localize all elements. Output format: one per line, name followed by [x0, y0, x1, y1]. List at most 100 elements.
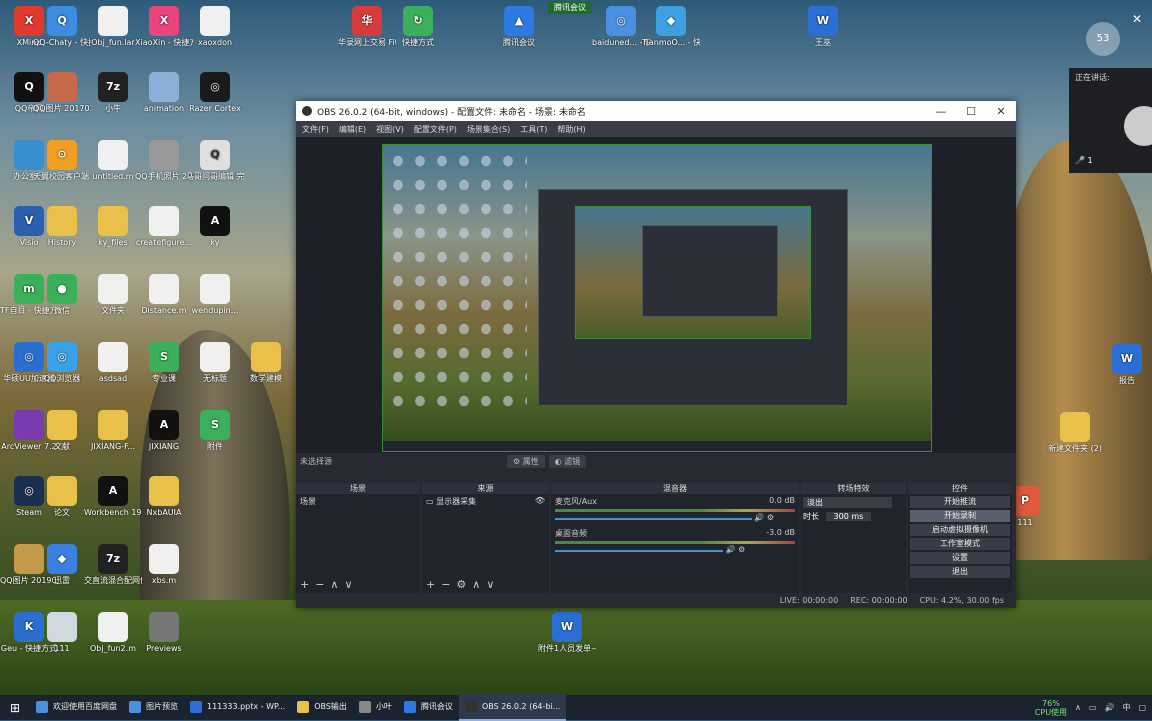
gear-icon[interactable]: ⚙	[767, 513, 774, 522]
scenes-dock-controls[interactable]: +−∧∨	[300, 578, 359, 591]
desktop-icon[interactable]: xbs.m	[135, 544, 193, 586]
desktop-icon[interactable]: 文献	[33, 410, 91, 452]
desktop-icon[interactable]: S 附件	[186, 410, 244, 452]
ime-indicator[interactable]: 中	[1122, 702, 1130, 713]
exit-button[interactable]: 退出	[910, 566, 1010, 578]
desktop-icon[interactable]: ▲ 腾讯会议	[490, 6, 548, 48]
speaker-icon[interactable]: 🔊	[754, 513, 764, 522]
start-button[interactable]: ⊞	[0, 695, 30, 720]
desktop-icon[interactable]: Aky	[186, 206, 244, 248]
desktop-icon[interactable]: ky_files	[84, 206, 142, 248]
taskbar-item[interactable]: OBS输出	[291, 694, 353, 721]
desktop-icon[interactable]: X XiaoXin - 快捷方式	[135, 6, 193, 48]
desktop-icon[interactable]: Obj_fun2.m	[84, 612, 142, 654]
desktop-icon[interactable]: animation	[135, 72, 193, 114]
settings-button[interactable]: 设置	[910, 552, 1010, 564]
desktop-icon[interactable]: ⚙ 天翼校园客户端 - 快捷方式	[33, 140, 91, 182]
filters-button[interactable]: ◐ 滤镜	[548, 454, 587, 468]
desktop-icon[interactable]: ◆ TianmoO... - 快捷方式	[642, 6, 700, 48]
desktop-icon[interactable]: 文件夹	[84, 274, 142, 316]
obs-menu-item[interactable]: 文件(F)	[302, 124, 329, 135]
obs-preview-canvas[interactable]	[382, 144, 932, 452]
desktop-icon[interactable]: History	[33, 206, 91, 248]
desktop-icon[interactable]: Previews	[135, 612, 193, 654]
desktop-icon[interactable]: 新建文件夹 (2)	[1046, 412, 1104, 454]
desktop-icon[interactable]: 无标题	[186, 342, 244, 384]
obs-menu-item[interactable]: 工具(T)	[520, 124, 547, 135]
maximize-icon[interactable]: ☐	[956, 105, 986, 118]
desktop-icon[interactable]: wendupin...	[186, 274, 244, 316]
minimize-icon[interactable]: —	[926, 105, 956, 118]
desktop-icon[interactable]: A JIXIANG	[135, 410, 193, 452]
sources-dock-controls[interactable]: +−⚙∧∨	[426, 578, 500, 591]
taskbar-item[interactable]: 小叶	[353, 694, 398, 721]
desktop-icon[interactable]: Distance.m	[135, 274, 193, 316]
desktop-icon[interactable]: S 专业课	[135, 342, 193, 384]
desktop-icon[interactable]: untitled.m	[84, 140, 142, 182]
obs-menu-item[interactable]: 配置文件(P)	[414, 124, 457, 135]
desktop-icon[interactable]: 7z 交直流混合配网优化建模	[84, 544, 142, 586]
desktop-icon[interactable]: Q QQ-Chaty - 快捷方式	[33, 6, 91, 48]
network-icon[interactable]: ▭	[1089, 703, 1097, 712]
taskbar-item[interactable]: 图片预览	[123, 694, 184, 721]
start-recording-button[interactable]: 开始录制	[910, 510, 1010, 522]
desktop-icon[interactable]: xaoxdon	[186, 6, 244, 48]
obs-menu-item[interactable]: 场景集合(S)	[467, 124, 510, 135]
source-item[interactable]: ▭ 显示器采集	[426, 496, 476, 507]
volume-icon[interactable]: 🔊	[1104, 703, 1114, 712]
obs-preview-area[interactable]	[296, 137, 1016, 453]
meeting-top-strip[interactable]: 腾讯会议	[548, 1, 592, 14]
desktop-icon[interactable]: W 王巫	[794, 6, 852, 48]
properties-button[interactable]: ⚙ 属性	[507, 454, 545, 468]
obs-menu-item[interactable]: 视图(V)	[376, 124, 404, 135]
duration-input[interactable]: 300 ms	[825, 512, 872, 521]
desktop-icon[interactable]: ↻ 快捷方式	[389, 6, 447, 48]
mic-volume-slider[interactable]	[555, 518, 752, 520]
desktop-icon[interactable]: Obj_fun.lar	[84, 6, 142, 48]
obs-window[interactable]: OBS 26.0.2 (64-bit, windows) - 配置文件: 未命名…	[296, 101, 1016, 608]
desktop-icon[interactable]: NxbAUIA	[135, 476, 193, 518]
meeting-speaker-widget[interactable]: 正在讲话: 🎤 1	[1069, 68, 1152, 173]
studio-mode-button[interactable]: 工作室模式	[910, 538, 1010, 550]
obs-menu-item[interactable]: 编辑(E)	[339, 124, 366, 135]
eye-icon[interactable]: 👁	[535, 496, 545, 507]
taskbar-item[interactable]: 111333.pptx - WP...	[184, 694, 291, 721]
taskbar-item[interactable]: OBS 26.0.2 (64-bi...	[458, 694, 567, 721]
chevron-up-icon[interactable]: ∧	[1075, 703, 1081, 712]
desktop-icon[interactable]: W 报告	[1098, 344, 1152, 386]
desktop-icon[interactable]: A Workbench 19.2	[84, 476, 142, 518]
cpu-monitor-circle[interactable]: 53	[1086, 22, 1120, 56]
transition-select[interactable]: 淡出	[803, 497, 892, 508]
desktop-icon[interactable]: 论文	[33, 476, 91, 518]
desktop-app-icon: Q	[47, 6, 77, 36]
desktop-icon[interactable]: 111	[33, 612, 91, 654]
start-streaming-button[interactable]: 开始推流	[910, 496, 1010, 508]
close-icon[interactable]: ✕	[1132, 12, 1142, 26]
desktop-icon[interactable]: 华华录网上交易 Fitch (已破解)	[338, 6, 396, 48]
desktop-icon[interactable]: ◎ QQ浏览器	[33, 342, 91, 384]
desktop-icon[interactable]: 数学建模	[237, 342, 295, 384]
close-icon[interactable]: ✕	[986, 105, 1016, 118]
desktop-icon[interactable]: Q 马哥问哥编辑 完成_快速...	[186, 140, 244, 182]
obs-title-bar[interactable]: OBS 26.0.2 (64-bit, windows) - 配置文件: 未命名…	[296, 101, 1016, 121]
gear-icon[interactable]: ⚙	[738, 545, 745, 554]
scene-item[interactable]: 场景	[300, 496, 416, 507]
taskbar-item[interactable]: 腾讯会议	[398, 694, 459, 721]
speaker-icon[interactable]: 🔊	[726, 545, 736, 554]
start-virtual-camera-button[interactable]: 启动虚拟摄像机	[910, 524, 1010, 536]
desktop-icon[interactable]: ◆ 迅雷	[33, 544, 91, 586]
cpu-tray-indicator[interactable]: 76% CPU使用	[1027, 699, 1067, 717]
desktop-icon[interactable]: QQ图片 2017022...	[33, 72, 91, 114]
desktop-icon[interactable]: W 附件1人员发单——...	[538, 612, 596, 654]
desktop-icon[interactable]: asdsad	[84, 342, 142, 384]
action-center-icon[interactable]: ▢	[1138, 703, 1146, 712]
taskbar-item[interactable]: 欢迎使用百度网盘	[30, 694, 123, 721]
desktop-icon[interactable]: ● 微信	[33, 274, 91, 316]
desktop-volume-slider[interactable]	[555, 550, 723, 552]
desktop-icon[interactable]: ◎ Razer Cortex	[186, 72, 244, 114]
obs-menu-item[interactable]: 帮助(H)	[557, 124, 585, 135]
desktop-icon[interactable]: 7z 小牛	[84, 72, 142, 114]
desktop-icon[interactable]: QQ手机照片 202002...	[135, 140, 193, 182]
desktop-icon[interactable]: JIXIANG-F...	[84, 410, 142, 452]
desktop-icon[interactable]: createfigure...	[135, 206, 193, 248]
